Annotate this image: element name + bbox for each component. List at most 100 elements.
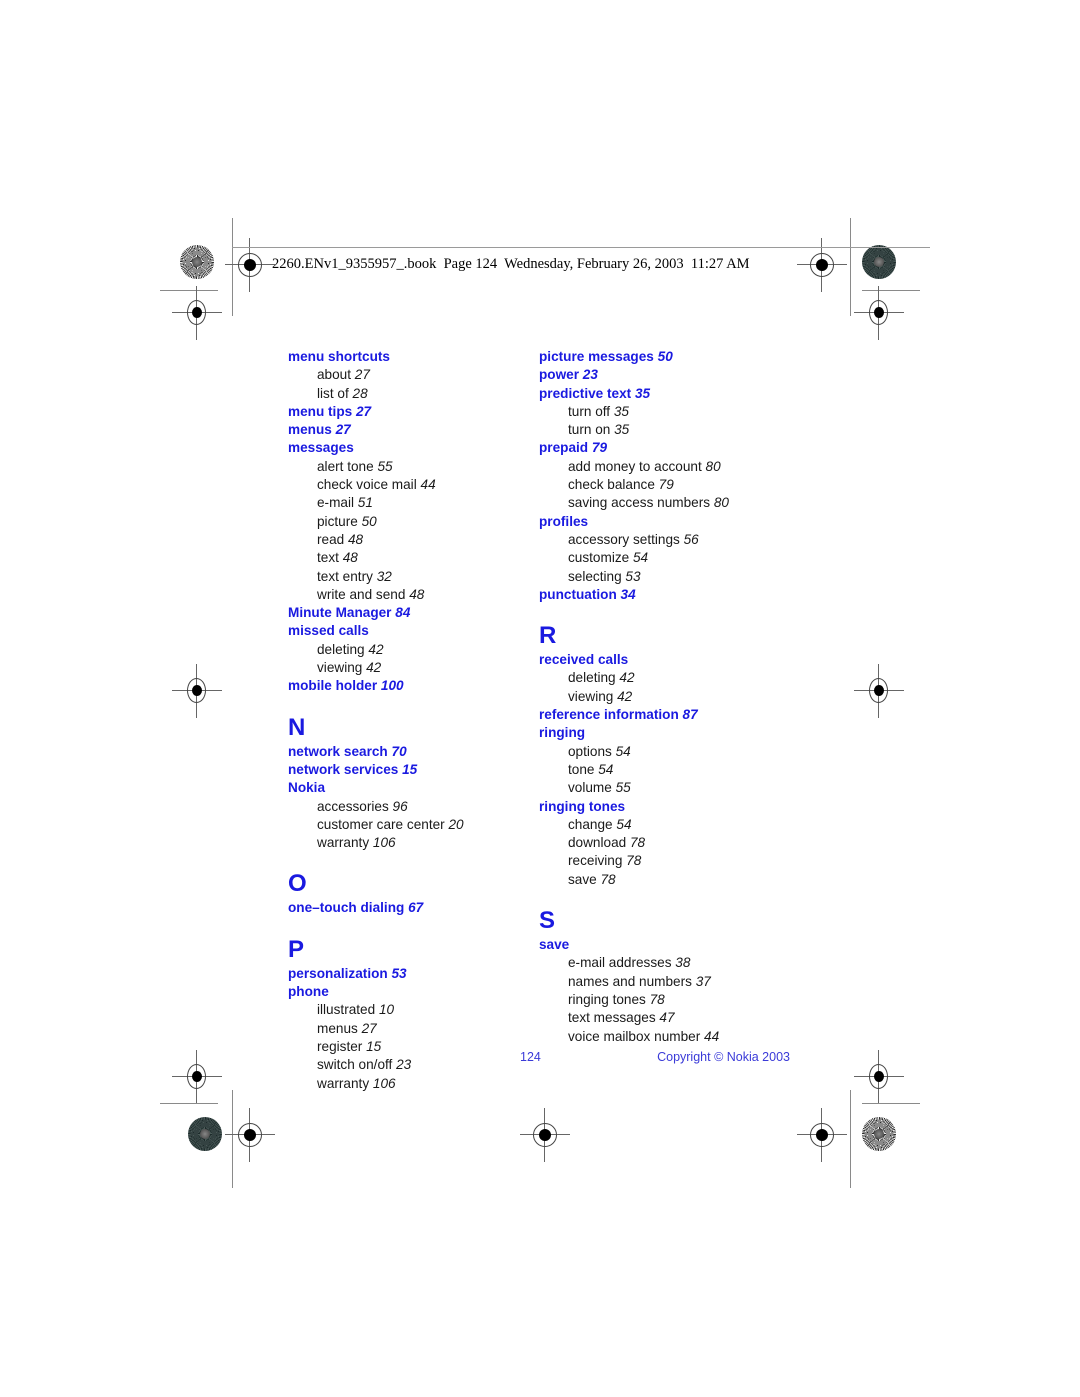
index-subentry-saving-access-numbers[interactable]: saving access numbers 80 [539, 494, 799, 512]
index-subentry-save[interactable]: save 78 [539, 871, 799, 889]
index-entry-network-search[interactable]: network search 70 [288, 743, 548, 761]
index-subentry-warranty[interactable]: warranty 106 [288, 834, 548, 852]
index-entry-received-calls[interactable]: received calls [539, 651, 799, 669]
index-entry-profiles[interactable]: profiles [539, 513, 799, 531]
index-subentry-page[interactable]: 79 [655, 477, 674, 492]
index-subentry-e-mail-addresses[interactable]: e-mail addresses 38 [539, 954, 799, 972]
index-subentry-page[interactable]: 51 [354, 495, 373, 510]
index-subentry-receiving[interactable]: receiving 78 [539, 852, 799, 870]
index-subentry-write-and-send[interactable]: write and send 48 [288, 586, 548, 604]
index-entry-save[interactable]: save [539, 936, 799, 954]
index-entry-page[interactable]: 50 [654, 349, 673, 364]
index-entry-page[interactable]: 79 [588, 440, 607, 455]
index-subentry-viewing[interactable]: viewing 42 [288, 659, 548, 677]
index-subentry-about[interactable]: about 27 [288, 366, 548, 384]
index-subentry-page[interactable]: 106 [369, 835, 396, 850]
index-entry-ringing-tones[interactable]: ringing tones [539, 798, 799, 816]
index-subentry-options[interactable]: options 54 [539, 743, 799, 761]
index-subentry-customize[interactable]: customize 54 [539, 549, 799, 567]
index-subentry-ringing-tones[interactable]: ringing tones 78 [539, 991, 799, 1009]
index-subentry-check-balance[interactable]: check balance 79 [539, 476, 799, 494]
index-subentry-page[interactable]: 35 [610, 404, 629, 419]
index-subentry-page[interactable]: 106 [369, 1076, 396, 1091]
index-entry-reference-information[interactable]: reference information 87 [539, 706, 799, 724]
index-entry-power[interactable]: power 23 [539, 366, 799, 384]
index-subentry-page[interactable]: 10 [375, 1002, 394, 1017]
index-entry-page[interactable]: 100 [377, 678, 404, 693]
index-subentry-check-voice-mail[interactable]: check voice mail 44 [288, 476, 548, 494]
index-subentry-page[interactable]: 80 [710, 495, 729, 510]
index-subentry-page[interactable]: 44 [417, 477, 436, 492]
index-subentry-page[interactable]: 38 [672, 955, 690, 970]
index-entry-ringing[interactable]: ringing [539, 724, 799, 742]
index-subentry-page[interactable]: 37 [692, 974, 711, 989]
index-subentry-register[interactable]: register 15 [288, 1038, 548, 1056]
index-subentry-page[interactable]: 54 [613, 817, 631, 832]
index-entry-page[interactable]: 27 [332, 422, 351, 437]
index-entry-picture-messages[interactable]: picture messages 50 [539, 348, 799, 366]
index-entry-missed-calls[interactable]: missed calls [288, 622, 548, 640]
index-subentry-page[interactable]: 42 [613, 689, 632, 704]
index-entry-menus[interactable]: menus 27 [288, 421, 548, 439]
index-subentry-volume[interactable]: volume 55 [539, 779, 799, 797]
index-subentry-page[interactable]: 53 [622, 569, 640, 584]
index-subentry-page[interactable]: 15 [362, 1039, 381, 1054]
index-subentry-page[interactable]: 96 [389, 799, 408, 814]
index-subentry-page[interactable]: 32 [373, 569, 392, 584]
index-subentry-warranty[interactable]: warranty 106 [288, 1075, 548, 1093]
index-subentry-page[interactable]: 55 [612, 780, 631, 795]
index-subentry-page[interactable]: 48 [344, 532, 363, 547]
index-subentry-menus[interactable]: menus 27 [288, 1020, 548, 1038]
index-subentry-voice-mailbox-number[interactable]: voice mailbox number 44 [539, 1028, 799, 1046]
index-subentry-page[interactable]: 78 [622, 853, 641, 868]
index-subentry-customer-care-center[interactable]: customer care center 20 [288, 816, 548, 834]
index-entry-page[interactable]: 23 [579, 367, 598, 382]
index-entry-prepaid[interactable]: prepaid 79 [539, 439, 799, 457]
index-entry-messages[interactable]: messages [288, 439, 548, 457]
index-subentry-page[interactable]: 54 [629, 550, 648, 565]
index-entry-page[interactable]: 15 [398, 762, 417, 777]
index-subentry-e-mail[interactable]: e-mail 51 [288, 494, 548, 512]
index-subentry-page[interactable]: 27 [358, 1021, 377, 1036]
index-subentry-page[interactable]: 50 [358, 514, 377, 529]
index-entry-one-touch-dialing[interactable]: one–touch dialing 67 [288, 899, 548, 917]
index-subentry-page[interactable]: 78 [597, 872, 615, 887]
index-entry-menu-tips[interactable]: menu tips 27 [288, 403, 548, 421]
index-entry-network-services[interactable]: network services 15 [288, 761, 548, 779]
index-entry-page[interactable]: 70 [388, 744, 407, 759]
index-subentry-turn-off[interactable]: turn off 35 [539, 403, 799, 421]
index-subentry-page[interactable]: 27 [351, 367, 370, 382]
index-subentry-change[interactable]: change 54 [539, 816, 799, 834]
index-subentry-selecting[interactable]: selecting 53 [539, 568, 799, 586]
index-subentry-page[interactable]: 42 [365, 642, 383, 657]
index-subentry-turn-on[interactable]: turn on 35 [539, 421, 799, 439]
index-entry-punctuation[interactable]: punctuation 34 [539, 586, 799, 604]
index-entry-minute-manager[interactable]: Minute Manager 84 [288, 604, 548, 622]
index-subentry-names-and-numbers[interactable]: names and numbers 37 [539, 973, 799, 991]
index-subentry-add-money-to-account[interactable]: add money to account 80 [539, 458, 799, 476]
index-entry-personalization[interactable]: personalization 53 [288, 965, 548, 983]
index-subentry-page[interactable]: 78 [626, 835, 645, 850]
index-entry-menu-shortcuts[interactable]: menu shortcuts [288, 348, 548, 366]
index-subentry-page[interactable]: 23 [392, 1057, 411, 1072]
index-subentry-deleting[interactable]: deleting 42 [288, 641, 548, 659]
index-entry-page[interactable]: 53 [388, 966, 406, 981]
index-entry-page[interactable]: 27 [352, 404, 371, 419]
index-subentry-viewing[interactable]: viewing 42 [539, 688, 799, 706]
index-subentry-page[interactable]: 80 [702, 459, 721, 474]
index-subentry-accessories[interactable]: accessories 96 [288, 798, 548, 816]
index-subentry-page[interactable]: 47 [656, 1010, 674, 1025]
index-entry-page[interactable]: 34 [617, 587, 636, 602]
index-subentry-page[interactable]: 42 [362, 660, 381, 675]
index-subentry-download[interactable]: download 78 [539, 834, 799, 852]
index-subentry-text-messages[interactable]: text messages 47 [539, 1009, 799, 1027]
index-entry-mobile-holder[interactable]: mobile holder 100 [288, 677, 548, 695]
index-subentry-page[interactable]: 20 [445, 817, 463, 832]
index-subentry-page[interactable]: 54 [594, 762, 613, 777]
index-entry-page[interactable]: 87 [679, 707, 698, 722]
index-subentry-switch-on-off[interactable]: switch on/off 23 [288, 1056, 548, 1074]
index-subentry-text-entry[interactable]: text entry 32 [288, 568, 548, 586]
index-subentry-page[interactable]: 28 [349, 386, 368, 401]
index-entry-page[interactable]: 84 [391, 605, 410, 620]
index-subentry-deleting[interactable]: deleting 42 [539, 669, 799, 687]
